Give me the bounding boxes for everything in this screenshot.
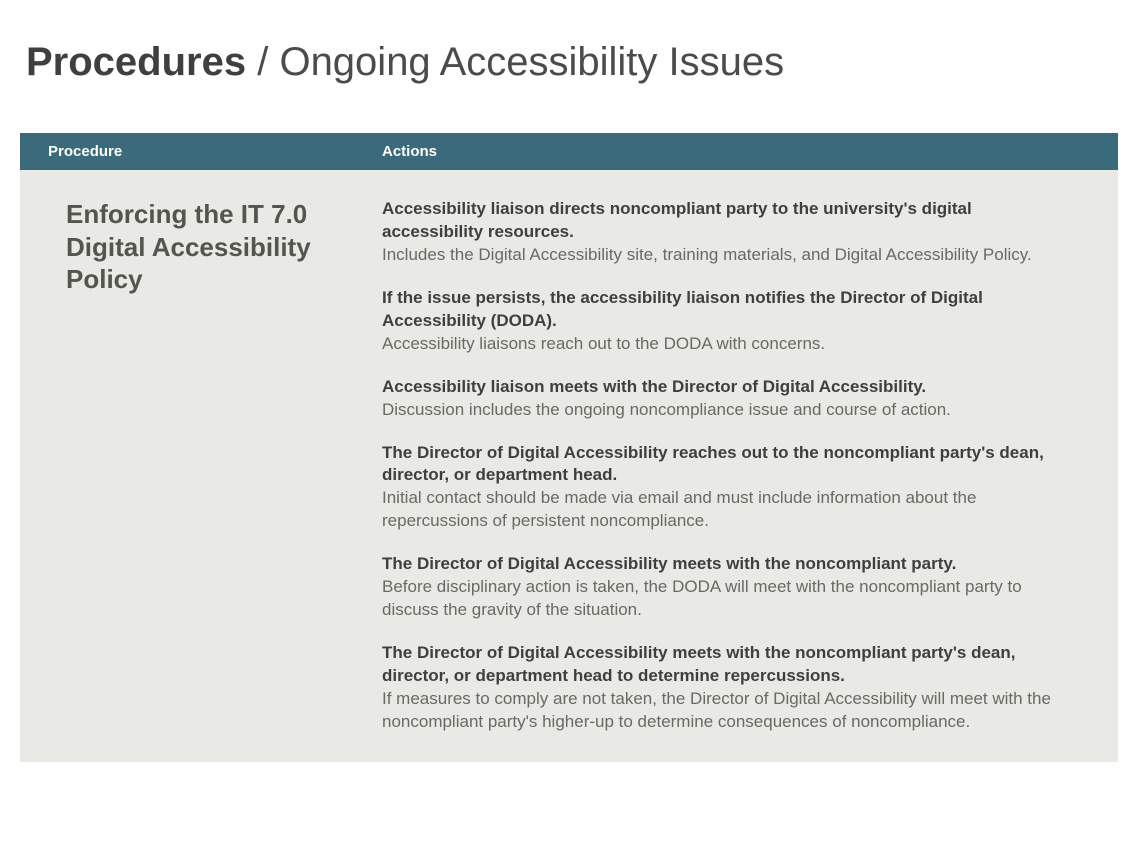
column-header-actions: Actions: [370, 133, 1118, 170]
action-desc: Before disciplinary action is taken, the…: [382, 576, 1076, 622]
action-title: Accessibility liaison meets with the Dir…: [382, 376, 1076, 399]
procedure-cell: Enforcing the IT 7.0 Digital Accessibili…: [20, 170, 370, 762]
action-item: Accessibility liaison directs noncomplia…: [382, 198, 1076, 267]
page-title: Procedures / Ongoing Accessibility Issue…: [26, 40, 1118, 85]
action-desc: Accessibility liaisons reach out to the …: [382, 333, 1076, 356]
action-item: The Director of Digital Accessibility me…: [382, 553, 1076, 622]
action-title: The Director of Digital Accessibility re…: [382, 442, 1076, 488]
action-desc: Discussion includes the ongoing noncompl…: [382, 399, 1076, 422]
action-desc: Initial contact should be made via email…: [382, 487, 1076, 533]
column-header-procedure: Procedure: [20, 133, 370, 170]
action-title: The Director of Digital Accessibility me…: [382, 553, 1076, 576]
action-item: Accessibility liaison meets with the Dir…: [382, 376, 1076, 422]
actions-cell: Accessibility liaison directs noncomplia…: [370, 170, 1118, 762]
action-desc: Includes the Digital Accessibility site,…: [382, 244, 1076, 267]
action-item: The Director of Digital Accessibility me…: [382, 642, 1076, 734]
title-rest: / Ongoing Accessibility Issues: [246, 40, 784, 84]
table-body-row: Enforcing the IT 7.0 Digital Accessibili…: [20, 170, 1118, 762]
action-title: If the issue persists, the accessibility…: [382, 287, 1076, 333]
table-header-row: Procedure Actions: [20, 133, 1118, 170]
action-desc: If measures to comply are not taken, the…: [382, 688, 1076, 734]
action-title: Accessibility liaison directs noncomplia…: [382, 198, 1076, 244]
title-bold: Procedures: [26, 40, 246, 84]
procedures-table: Procedure Actions Enforcing the IT 7.0 D…: [20, 133, 1118, 762]
action-item: The Director of Digital Accessibility re…: [382, 442, 1076, 534]
action-item: If the issue persists, the accessibility…: [382, 287, 1076, 356]
procedure-heading: Enforcing the IT 7.0 Digital Accessibili…: [66, 198, 322, 296]
action-title: The Director of Digital Accessibility me…: [382, 642, 1076, 688]
